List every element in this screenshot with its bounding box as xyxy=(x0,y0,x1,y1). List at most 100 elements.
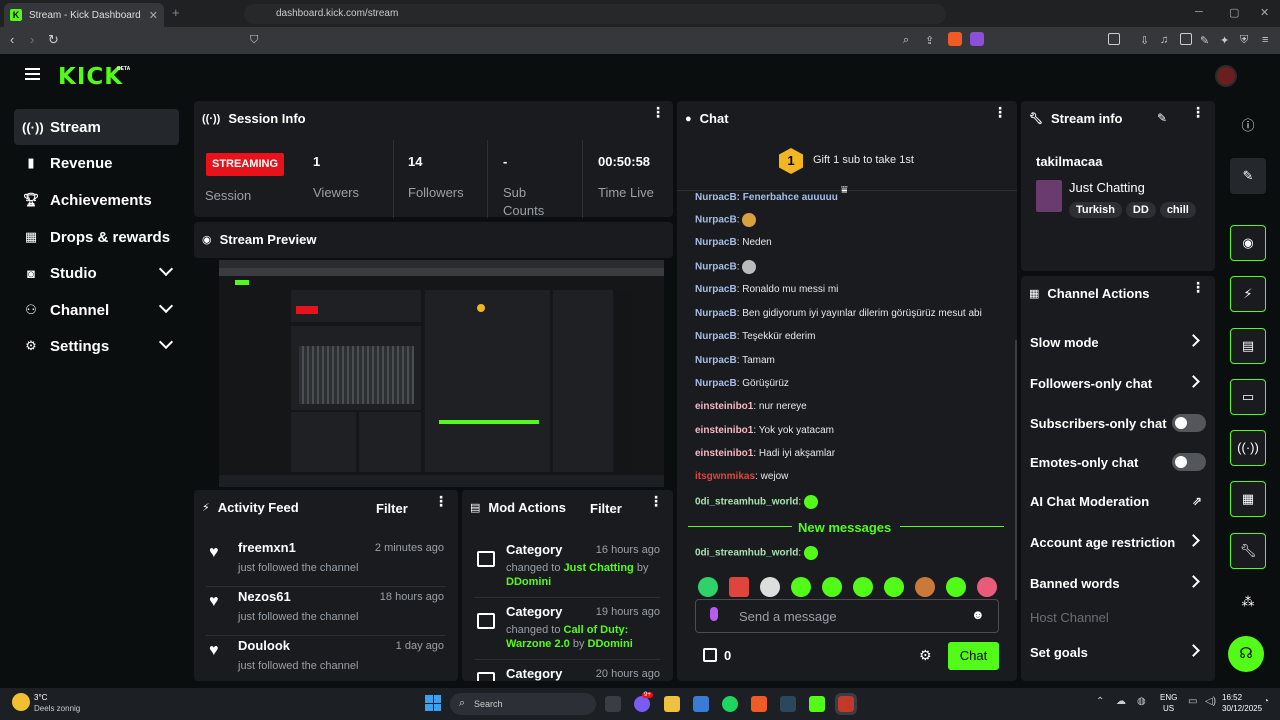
chat-username[interactable]: NurpacB xyxy=(695,284,737,295)
minimize-icon[interactable]: ─ xyxy=(1195,6,1203,18)
file-explorer-icon[interactable] xyxy=(664,696,680,712)
broadcast-icon[interactable]: ((·)) xyxy=(1230,430,1266,466)
emote-icon[interactable] xyxy=(977,577,997,597)
more-options-icon[interactable] xyxy=(993,109,997,115)
chat-username[interactable]: NurpacB xyxy=(695,355,737,366)
action-set-goals[interactable]: Set goals xyxy=(1030,644,1206,660)
channel-points-icon[interactable] xyxy=(703,648,717,662)
download-icon[interactable]: ⇩ xyxy=(1140,34,1149,47)
emoji-icon[interactable]: ☻ xyxy=(971,607,985,622)
taskbar-search[interactable]: ⌕ Search xyxy=(450,693,596,715)
brave-shield-icon[interactable] xyxy=(948,32,962,46)
action-banned-words[interactable]: Banned words xyxy=(1030,575,1206,591)
store-icon[interactable] xyxy=(693,696,709,712)
window-close-icon[interactable]: ✕ xyxy=(1260,6,1269,19)
emote-icon[interactable] xyxy=(791,577,811,597)
task-view-icon[interactable] xyxy=(605,696,621,712)
notifications-icon[interactable]: ◔ xyxy=(1263,696,1269,707)
media-icon[interactable]: ♫ xyxy=(1160,34,1168,46)
discord-icon[interactable] xyxy=(634,696,650,712)
wrench-icon[interactable]: 🔧︎ xyxy=(1230,533,1266,569)
user-avatar[interactable] xyxy=(1215,65,1237,87)
subscribers-only-toggle[interactable] xyxy=(1172,414,1206,432)
url-field[interactable]: dashboard.kick.com/stream xyxy=(244,4,946,24)
chat-username[interactable]: itsgwnmikas xyxy=(695,471,755,482)
edit-pencil-icon[interactable]: ✎ xyxy=(1157,111,1167,125)
action-account-age[interactable]: Account age restriction xyxy=(1030,534,1206,550)
chat-username[interactable]: NurpacB xyxy=(695,378,737,389)
chat-username[interactable]: einsteinibo1 xyxy=(695,448,753,459)
share-icon[interactable]: ⇪ xyxy=(925,34,934,47)
vpn-icon[interactable]: ⛨ xyxy=(1240,34,1248,47)
sidebar-item-revenue[interactable]: ▮ Revenue xyxy=(14,145,179,181)
chat-username[interactable]: 0di_streamhub_world xyxy=(695,548,798,559)
brave-rewards-icon[interactable] xyxy=(970,32,984,46)
reload-icon[interactable]: ↻ xyxy=(48,32,59,48)
sidebar-item-achievements[interactable]: 🏆︎ Achievements xyxy=(14,182,179,218)
tray-chevron-icon[interactable]: ⌃ xyxy=(1096,696,1104,707)
emotes-only-toggle[interactable] xyxy=(1172,453,1206,471)
chat-username[interactable]: NurpacB xyxy=(695,215,737,226)
stream-preview-video[interactable] xyxy=(219,260,664,487)
more-options-icon[interactable] xyxy=(1191,109,1195,115)
kick-logo[interactable]: KICK xyxy=(58,64,123,90)
chat-username[interactable]: NurpacB xyxy=(695,308,737,319)
weather-icon[interactable] xyxy=(12,693,30,711)
chat-scrollbar[interactable] xyxy=(1015,340,1017,600)
activity-filter-button[interactable]: Filter xyxy=(376,501,408,516)
apps-icon[interactable]: ⁂ xyxy=(1230,584,1266,620)
network-icon[interactable]: ▭ xyxy=(1188,696,1197,707)
chat-username[interactable]: NurpacB xyxy=(695,331,737,342)
support-headset-icon[interactable]: ☊ xyxy=(1228,636,1264,672)
menu-icon[interactable]: ≡ xyxy=(1262,34,1268,46)
mod-action-user[interactable]: DDomini xyxy=(588,638,633,650)
spotify-icon[interactable] xyxy=(722,696,738,712)
microphone-icon[interactable] xyxy=(710,607,718,621)
ai-icon[interactable]: ✦ xyxy=(1220,34,1229,47)
reader-icon[interactable] xyxy=(1180,33,1192,45)
back-icon[interactable]: ‹ xyxy=(10,32,14,47)
windows-start-icon[interactable] xyxy=(425,695,441,711)
new-tab-button[interactable]: + xyxy=(172,5,180,20)
tray-app-icon[interactable]: ◍ xyxy=(1137,696,1146,707)
extensions-icon[interactable]: ✎ xyxy=(1200,34,1209,47)
brave-icon[interactable] xyxy=(751,696,767,712)
more-options-icon[interactable] xyxy=(651,109,655,115)
more-options-icon[interactable] xyxy=(649,498,653,504)
document-icon[interactable]: ▤ xyxy=(1230,328,1266,364)
chat-bubble-icon[interactable]: ▭ xyxy=(1230,379,1266,415)
gift-sub-prompt[interactable]: Gift 1 sub to take 1st xyxy=(813,154,914,166)
emote-icon[interactable] xyxy=(729,577,749,597)
sidebar-toggle-icon[interactable] xyxy=(1108,33,1120,45)
forward-icon[interactable]: › xyxy=(30,32,34,47)
sidebar-item-stream[interactable]: ((·)) Stream xyxy=(14,109,179,145)
bolt-icon[interactable]: ⚡︎ xyxy=(1230,276,1266,312)
chat-username[interactable]: 0di_streamhub_world xyxy=(695,497,798,508)
scroll-to-top-icon[interactable]: ⩸ xyxy=(841,184,848,197)
channel-actions-icon[interactable]: ▦ xyxy=(1230,481,1266,517)
emote-icon[interactable] xyxy=(822,577,842,597)
emote-icon[interactable] xyxy=(884,577,904,597)
mod-action-value[interactable]: Just Chatting xyxy=(564,562,634,574)
mod-action-user[interactable]: DDomini xyxy=(506,576,551,588)
chat-username[interactable]: NurpacB xyxy=(695,262,737,273)
active-app-icon[interactable] xyxy=(835,693,857,715)
sidebar-item-settings[interactable]: ⚙ Settings xyxy=(14,328,179,364)
close-tab-icon[interactable]: ✕ xyxy=(149,9,158,22)
action-followers-only[interactable]: Followers-only chat xyxy=(1030,375,1206,391)
chat-username[interactable]: einsteinibo1 xyxy=(695,425,753,436)
activity-user[interactable]: Nezos61 xyxy=(238,589,291,604)
chat-settings-icon[interactable]: ⚙ xyxy=(919,647,932,664)
emote-icon[interactable] xyxy=(853,577,873,597)
emote-icon[interactable] xyxy=(915,577,935,597)
chat-username[interactable]: NurpacB xyxy=(695,237,737,248)
chat-input[interactable]: Send a message ☻ xyxy=(695,599,999,633)
zoom-icon[interactable]: ⌕ xyxy=(903,34,909,47)
language-indicator[interactable]: ENG xyxy=(1160,693,1177,702)
tray-cloud-icon[interactable]: ☁ xyxy=(1116,696,1126,707)
mod-filter-button[interactable]: Filter xyxy=(590,501,622,516)
chat-username[interactable]: einsteinibo1 xyxy=(695,401,753,412)
volume-icon[interactable]: ◁) xyxy=(1205,696,1216,707)
activity-user[interactable]: Doulook xyxy=(238,638,290,653)
emote-icon[interactable] xyxy=(760,577,780,597)
